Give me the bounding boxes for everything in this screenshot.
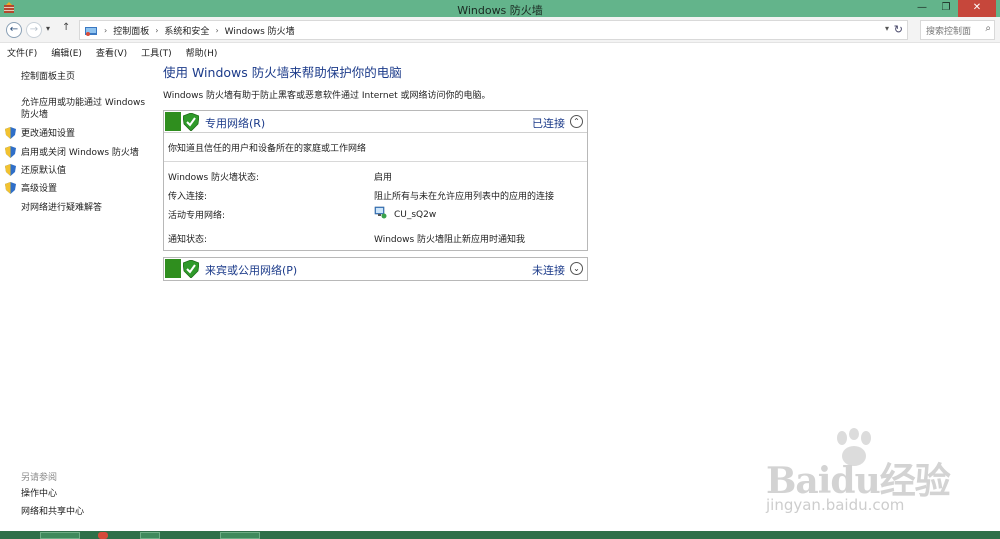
control-panel-icon [85, 26, 97, 36]
taskbar [0, 531, 1000, 539]
address-dropdown-icon[interactable]: ▾ [885, 24, 889, 33]
page-title: 使用 Windows 防火墙来帮助保护你的电脑 [163, 65, 402, 80]
network-icon [374, 206, 387, 219]
menu-file[interactable]: 文件(F) [7, 46, 37, 59]
taskbar-item[interactable] [140, 532, 160, 539]
taskbar-item[interactable] [220, 532, 260, 539]
nav-troubleshoot[interactable]: 对网络进行疑难解答 [21, 202, 102, 214]
window-title: Windows 防火墙 [457, 4, 543, 17]
collapse-chevron-icon[interactable]: ⌃ [570, 115, 583, 128]
search-input[interactable]: 搜索控制面 ⌕ [920, 20, 995, 40]
nav-advanced-settings[interactable]: 高级设置 [21, 183, 57, 195]
breadcrumb-separator: › [215, 26, 219, 35]
public-network-name[interactable]: 来宾或公用网络(P) [205, 262, 297, 278]
nav-toggle-firewall[interactable]: 启用或关闭 Windows 防火墙 [21, 147, 139, 159]
private-network-desc: 你知道且信任的用户和设备所在的家庭或工作网络 [168, 144, 367, 154]
menu-edit[interactable]: 编辑(E) [51, 46, 82, 59]
nav-change-notifications[interactable]: 更改通知设置 [21, 128, 75, 140]
public-network-header[interactable]: 来宾或公用网络(P) 未连接 ⌄ [164, 258, 587, 280]
page-description: Windows 防火墙有助于防止黑客或恶意软件通过 Internet 或网络访问… [163, 91, 491, 101]
private-network-name[interactable]: 专用网络(R) [205, 115, 265, 131]
nav-allow-app[interactable]: 允许应用或功能通过 Windows 防火墙 [21, 97, 149, 121]
refresh-icon[interactable]: ↻ [894, 23, 903, 36]
up-arrow-icon[interactable]: ↑ [62, 22, 70, 33]
public-network-panel: 来宾或公用网络(P) 未连接 ⌄ [163, 257, 588, 281]
menu-bar: 文件(F) 编辑(E) 查看(V) 工具(T) 帮助(H) [0, 44, 1000, 61]
baidu-watermark: Baidu经验 jingyan.baidu.com [752, 428, 992, 523]
status-color-bar [165, 112, 181, 131]
nav-action-center[interactable]: 操作中心 [21, 488, 57, 500]
breadcrumb-separator: › [104, 26, 108, 35]
search-placeholder: 搜索控制面 [926, 27, 972, 37]
recent-pages-dropdown[interactable]: ▾ [46, 24, 50, 33]
divider [164, 161, 587, 162]
nav-restore-defaults[interactable]: 还原默认值 [21, 165, 66, 177]
uac-shield-icon [5, 127, 16, 139]
search-icon[interactable]: ⌕ [985, 23, 991, 34]
close-button[interactable]: ✕ [958, 0, 996, 17]
green-shield-check-icon [183, 260, 199, 278]
detail-value: Windows 防火墙阻止新应用时通知我 [374, 235, 526, 245]
expand-chevron-icon[interactable]: ⌄ [570, 262, 583, 275]
menu-tools[interactable]: 工具(T) [141, 46, 172, 59]
detail-value: CU_sQ2w [394, 210, 437, 220]
public-network-status: 未连接 [532, 264, 565, 277]
title-bar: Windows 防火墙 — ❐ ✕ [0, 0, 1000, 17]
detail-value: 启用 [374, 173, 393, 183]
breadcrumb-control-panel[interactable]: 控制面板 [113, 24, 149, 37]
private-network-panel: 专用网络(R) 已连接 ⌃ 你知道且信任的用户和设备所在的家庭或工作网络 Win… [163, 110, 588, 251]
detail-value: 阻止所有与未在允许应用列表中的应用的连接 [374, 192, 555, 202]
taskbar-item[interactable] [40, 532, 80, 539]
private-network-header[interactable]: 专用网络(R) 已连接 ⌃ [164, 111, 587, 133]
menu-help[interactable]: 帮助(H) [186, 46, 218, 59]
green-shield-check-icon [183, 113, 199, 131]
breadcrumb-separator: › [155, 26, 159, 35]
minimize-button[interactable]: — [910, 0, 934, 17]
left-nav-pane: 控制面板主页 允许应用或功能通过 Windows 防火墙 更改通知设置 启用或关… [0, 61, 150, 531]
taskbar-app-icon[interactable] [98, 532, 108, 539]
detail-label: 通知状态: [168, 235, 208, 245]
private-network-details: 你知道且信任的用户和设备所在的家庭或工作网络 Windows 防火墙状态: 启用… [164, 133, 587, 250]
forward-arrow-icon[interactable]: → [26, 22, 42, 38]
back-arrow-icon[interactable]: ← [6, 22, 22, 38]
breadcrumb-windows-firewall[interactable]: Windows 防火墙 [225, 24, 295, 37]
nav-control-panel-home[interactable]: 控制面板主页 [21, 71, 75, 83]
see-also-heading: 另请参阅 [21, 473, 58, 483]
address-bar-row: ← → ▾ ↑ › 控制面板 › 系统和安全 › Windows 防火墙 ▾ ↻… [0, 17, 1000, 43]
detail-label: 活动专用网络: [168, 211, 226, 221]
breadcrumb-system-security[interactable]: 系统和安全 [164, 24, 209, 37]
nav-network-sharing-center[interactable]: 网络和共享中心 [21, 506, 84, 518]
maximize-button[interactable]: ❐ [934, 0, 958, 17]
uac-shield-icon [5, 146, 16, 158]
detail-label: Windows 防火墙状态: [168, 173, 260, 183]
menu-view[interactable]: 查看(V) [96, 46, 127, 59]
watermark-site: jingyan.baidu.com [766, 496, 905, 514]
status-color-bar [165, 259, 181, 278]
private-network-status: 已连接 [532, 117, 565, 130]
uac-shield-icon [5, 164, 16, 176]
uac-shield-icon [5, 182, 16, 194]
detail-label: 传入连接: [168, 192, 208, 202]
address-field[interactable]: › 控制面板 › 系统和安全 › Windows 防火墙 ▾ ↻ [79, 20, 908, 40]
